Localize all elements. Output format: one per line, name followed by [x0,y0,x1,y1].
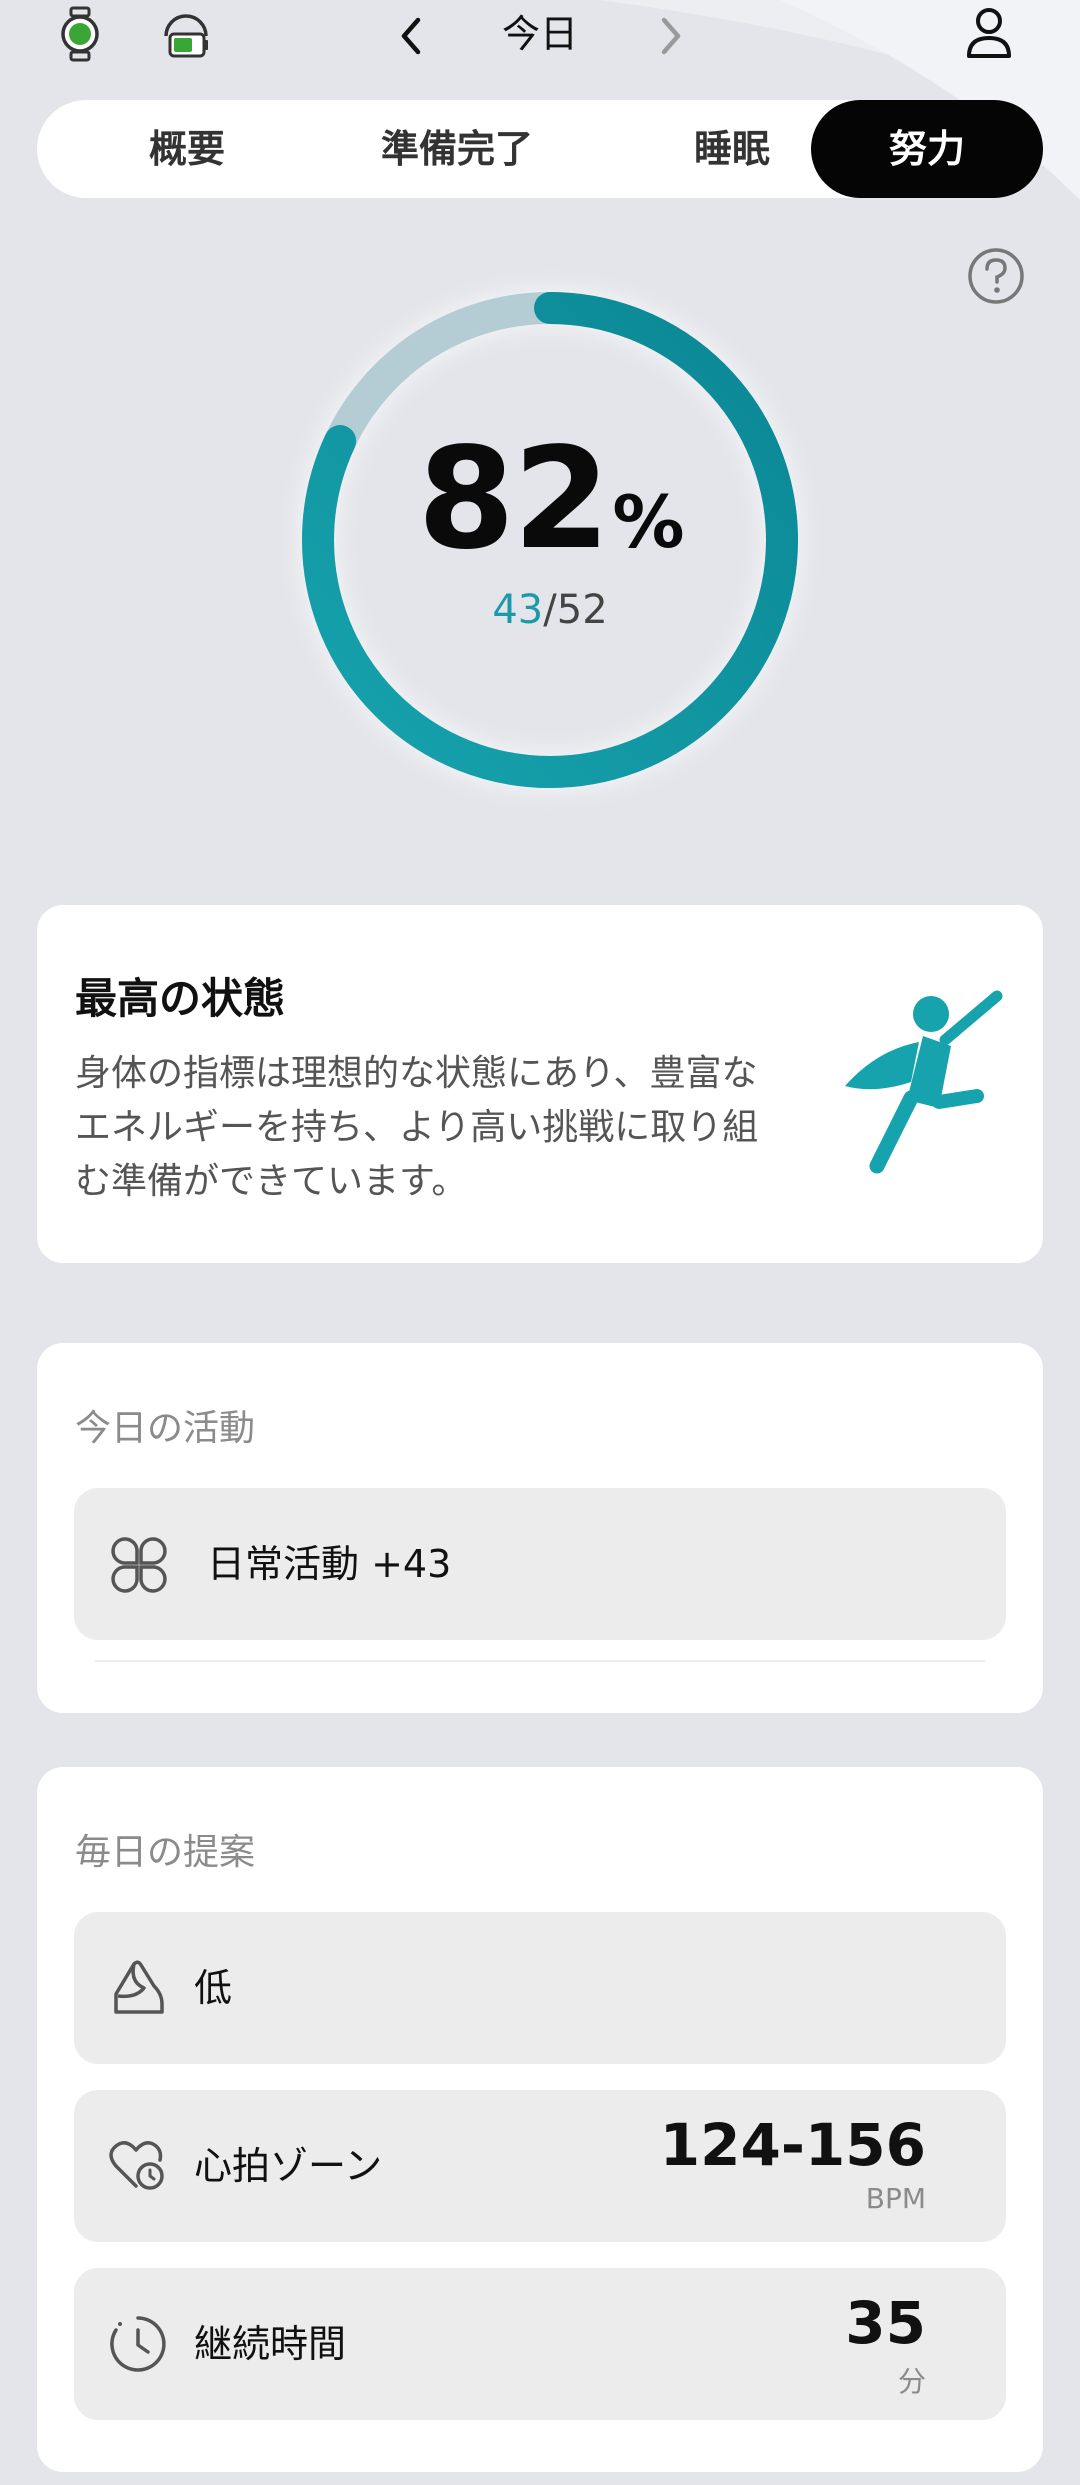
activity-card: 今日の活動 日常活動 +43 [37,1343,1043,1713]
profile-icon[interactable] [964,6,1014,60]
suggestion-section-label: 毎日の提案 [75,1832,256,1873]
score-percent: 82% [280,420,820,602]
ring-battery-icon[interactable] [158,6,214,62]
activity-item-label: 日常活動 +43 [207,1542,452,1586]
tab-overview[interactable]: 概要 [67,100,307,198]
activity-section-label: 今日の活動 [75,1408,256,1449]
heart-zone-value: 124-156 [659,2111,926,2179]
suggestion-item-intensity[interactable]: 低 [74,1912,1006,2064]
tab-bar: 概要 準備完了 睡眠 努力 [37,100,1043,198]
score-current: 43 [492,587,544,633]
superhero-icon [845,990,1003,1174]
score-total: /52 [543,587,608,633]
heart-zone-label: 心拍ゾーン [194,2144,383,2188]
heart-zone-unit: BPM [865,2182,926,2215]
divider [95,1660,985,1662]
previous-day-chevron-icon[interactable] [396,14,426,58]
score-percent-unit: % [612,480,684,564]
suggestion-item-heart-zone[interactable]: 心拍ゾーン 124-156 BPM [74,2090,1006,2242]
duration-unit: 分 [897,2365,926,2398]
clock-icon [110,2316,166,2372]
score-percent-value: 82 [417,418,611,581]
top-bar: 今日 [0,0,1080,80]
duration-value: 35 [845,2289,926,2357]
next-day-chevron-icon[interactable] [656,14,686,58]
suggestion-card: 毎日の提案 低 心拍ゾーン 124-156 BPM 継続時間 35 分 [37,1767,1043,2472]
date-title[interactable]: 今日 [440,8,640,60]
duration-label: 継続時間 [194,2322,347,2366]
activity-item-daily[interactable]: 日常活動 +43 [74,1488,1006,1640]
suggestion-item-duration[interactable]: 継続時間 35 分 [74,2268,1006,2420]
tab-effort[interactable]: 努力 [811,100,1043,198]
effort-score-ring: 82% 43/52 [280,270,820,810]
help-icon[interactable] [966,246,1026,306]
watch-icon[interactable] [58,6,102,62]
status-description: 身体の指標は理想的な状態にあり、豊富なエネルギーを持ち、より高い挑戦に取り組む準… [75,1053,759,1202]
score-ratio: 43/52 [280,582,820,638]
clover-icon [111,1537,167,1593]
intensity-icon [114,1960,164,2014]
status-title: 最高の状態 [75,974,286,1023]
heart-icon [109,2141,164,2190]
tab-readiness[interactable]: 準備完了 [327,100,587,198]
intensity-label: 低 [194,1966,233,2010]
status-card: 最高の状態 身体の指標は理想的な状態にあり、豊富なエネルギーを持ち、より高い挑戦… [37,905,1043,1263]
